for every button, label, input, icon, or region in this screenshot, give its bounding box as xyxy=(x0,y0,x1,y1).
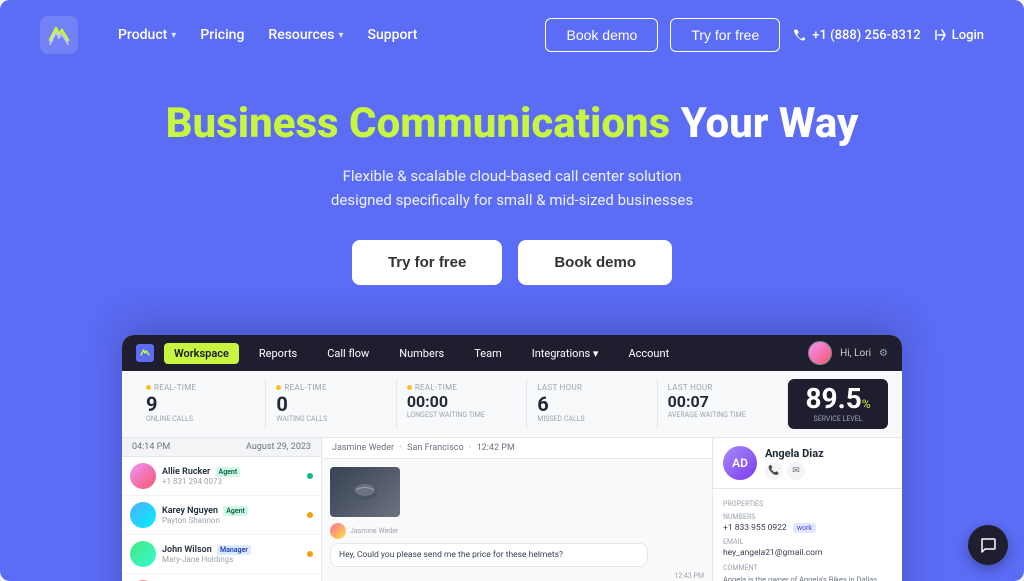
status-dot xyxy=(307,551,313,557)
stat-service-level: 89.5 % SERVICE LEVEL xyxy=(788,379,888,429)
app-settings-icon[interactable]: ⚙ xyxy=(879,348,888,359)
status-dot xyxy=(307,473,313,479)
contact-avatar: AD xyxy=(723,446,757,480)
app-nav-numbers[interactable]: Numbers xyxy=(389,343,454,364)
contact-phone-button[interactable]: 📞 xyxy=(765,462,783,480)
contact-properties: PROPERTIES Numbers +1 833 955 0922 work … xyxy=(713,489,902,581)
login-link[interactable]: Login xyxy=(933,28,984,43)
avatar xyxy=(130,541,156,567)
contact-header: AD Angela Diaz 📞 ✉ xyxy=(713,438,902,489)
app-nav-right: Hi, Lori ⚙ xyxy=(808,341,888,365)
hero-subtitle: Flexible & scalable cloud-based call cen… xyxy=(20,164,1004,212)
stat-longest-wait: Real-time 00:00 LONGEST WAITING TIME xyxy=(397,379,527,429)
nav-pricing[interactable]: Pricing xyxy=(190,21,254,49)
contact-actions: 📞 ✉ xyxy=(765,462,824,480)
try-free-nav-button[interactable]: Try for free xyxy=(670,18,780,52)
page-wrapper: Product ▾ Pricing Resources ▾ Support Bo… xyxy=(0,0,1024,581)
chat-meta: Jasmine Weder xyxy=(330,523,704,539)
nav-resources[interactable]: Resources ▾ xyxy=(258,21,353,49)
app-nav-reports[interactable]: Reports xyxy=(249,343,307,364)
stat-online-calls: Real-time 9 ONLINE CALLS xyxy=(136,379,266,429)
resources-chevron-icon: ▾ xyxy=(338,30,343,41)
chat-fab-button[interactable] xyxy=(968,525,1008,565)
app-user-avatar xyxy=(808,341,832,365)
avatar xyxy=(130,463,156,489)
stat-avg-wait: Last Hour 00:07 AVERAGE WAITING TIME xyxy=(658,379,788,429)
call-entry[interactable]: Jasmine Weder Agent Audrey Davis xyxy=(122,574,321,581)
contact-sms-button[interactable]: ✉ xyxy=(787,462,805,480)
app-main: 04:14 PM August 29, 2023 Allie Rucker Ag… xyxy=(122,438,902,581)
hero-title: Business Communications Your Way xyxy=(20,100,1004,148)
chat-meta-sent: 12:43 PM xyxy=(330,572,704,580)
app-topbar: Workspace Reports Call flow Numbers Team… xyxy=(122,335,902,371)
avatar xyxy=(130,502,156,528)
app-nav-team[interactable]: Team xyxy=(464,343,512,364)
app-user-greeting: Hi, Lori xyxy=(840,348,871,359)
chat-header: Jasmine Weder • San Francisco • 12:42 PM xyxy=(322,438,712,459)
chat-panel: Jasmine Weder • San Francisco • 12:42 PM xyxy=(322,438,712,581)
book-demo-button[interactable]: Book demo xyxy=(545,18,658,52)
app-screenshot: Workspace Reports Call flow Numbers Team… xyxy=(122,335,902,581)
phone-link[interactable]: +1 (888) 256-8312 xyxy=(792,28,920,43)
nav-product[interactable]: Product ▾ xyxy=(108,21,186,49)
nav-support[interactable]: Support xyxy=(358,21,428,49)
book-demo-hero-button[interactable]: Book demo xyxy=(518,240,672,285)
chat-bubble-incoming: Hey, Could you please send me the price … xyxy=(330,543,648,567)
app-nav-integrations[interactable]: Integrations ▾ xyxy=(522,343,609,364)
call-list-header: 04:14 PM August 29, 2023 xyxy=(122,438,321,457)
call-entry[interactable]: Allie Rucker Agent +1 831 294 0073 xyxy=(122,457,321,496)
call-entry[interactable]: Karey Nguyen Agent Payton Shannon xyxy=(122,496,321,535)
call-entry[interactable]: John Wilson Manager Mary-Jane Holdings xyxy=(122,535,321,574)
product-image xyxy=(330,467,400,517)
stats-bar: Real-time 9 ONLINE CALLS Real-time 0 WAI… xyxy=(122,371,902,438)
app-nav-account[interactable]: Account xyxy=(618,343,679,364)
call-list-panel: 04:14 PM August 29, 2023 Allie Rucker Ag… xyxy=(122,438,322,581)
nav-links: Product ▾ Pricing Resources ▾ Support xyxy=(108,21,545,49)
navbar: Product ▾ Pricing Resources ▾ Support Bo… xyxy=(0,0,1024,70)
stat-waiting-calls: Real-time 0 WAITING CALLS xyxy=(266,379,396,429)
login-icon xyxy=(933,28,947,42)
chat-sender-avatar xyxy=(330,523,346,539)
logo[interactable] xyxy=(40,16,78,54)
nav-actions: Book demo Try for free +1 (888) 256-8312… xyxy=(545,18,984,52)
app-nav-callflow[interactable]: Call flow xyxy=(317,343,379,364)
stat-missed-calls: Last Hour 6 MISSED CALLS xyxy=(527,379,657,429)
app-logo xyxy=(136,344,154,362)
app-nav-workspace[interactable]: Workspace xyxy=(164,343,239,364)
hero-buttons: Try for free Book demo xyxy=(20,240,1004,285)
phone-icon xyxy=(792,28,806,42)
product-chevron-icon: ▾ xyxy=(171,30,176,41)
hero-section: Business Communications Your Way Flexibl… xyxy=(0,70,1024,335)
contact-panel: AD Angela Diaz 📞 ✉ PROPERTIES Numbers +1… xyxy=(712,438,902,581)
try-free-hero-button[interactable]: Try for free xyxy=(352,240,502,285)
status-dot xyxy=(307,512,313,518)
chat-content: Jasmine Weder Hey, Could you please send… xyxy=(322,459,712,581)
